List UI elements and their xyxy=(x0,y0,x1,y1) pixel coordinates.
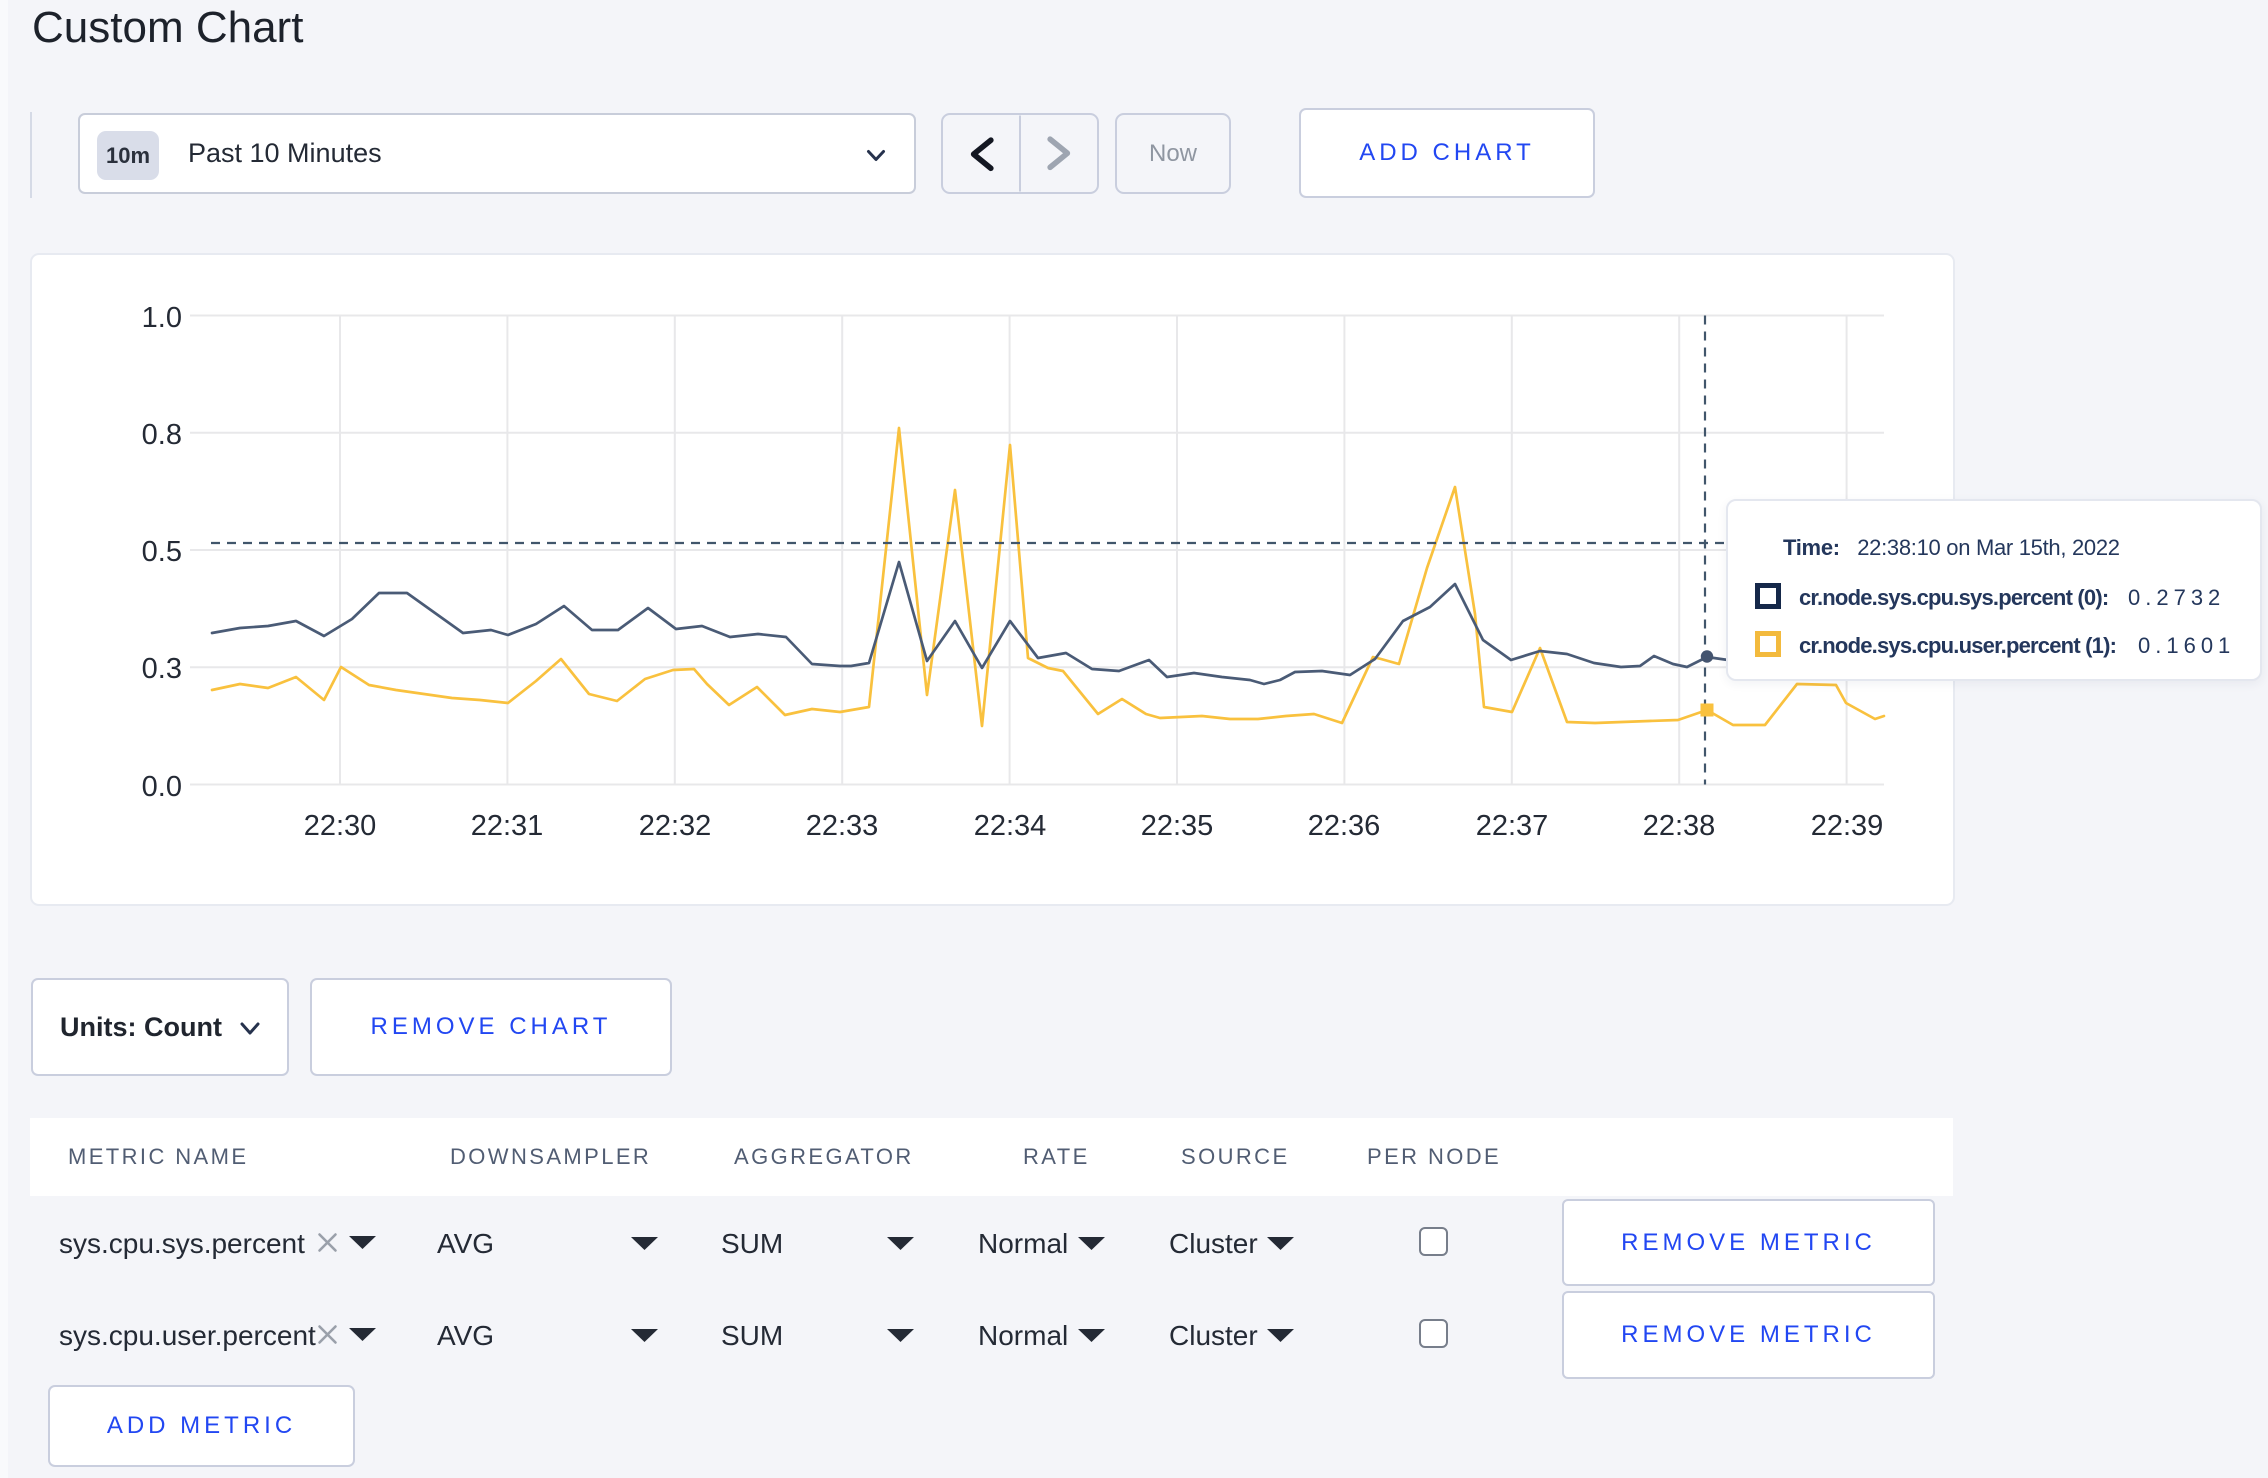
svg-text:0.5: 0.5 xyxy=(142,536,182,568)
svg-text:0.8: 0.8 xyxy=(142,419,182,451)
svg-text:22:36: 22:36 xyxy=(1308,810,1381,842)
svg-text:1.0: 1.0 xyxy=(142,302,182,334)
svg-text:0.0: 0.0 xyxy=(142,771,182,803)
svg-text:0.3: 0.3 xyxy=(142,653,182,685)
svg-text:22:33: 22:33 xyxy=(806,810,879,842)
svg-text:22:32: 22:32 xyxy=(639,810,712,842)
svg-text:22:39: 22:39 xyxy=(1811,810,1884,842)
svg-text:22:34: 22:34 xyxy=(974,810,1047,842)
svg-text:22:37: 22:37 xyxy=(1476,810,1549,842)
svg-text:22:38: 22:38 xyxy=(1643,810,1716,842)
svg-text:22:35: 22:35 xyxy=(1141,810,1214,842)
svg-text:22:31: 22:31 xyxy=(471,810,544,842)
svg-text:22:30: 22:30 xyxy=(304,810,377,842)
